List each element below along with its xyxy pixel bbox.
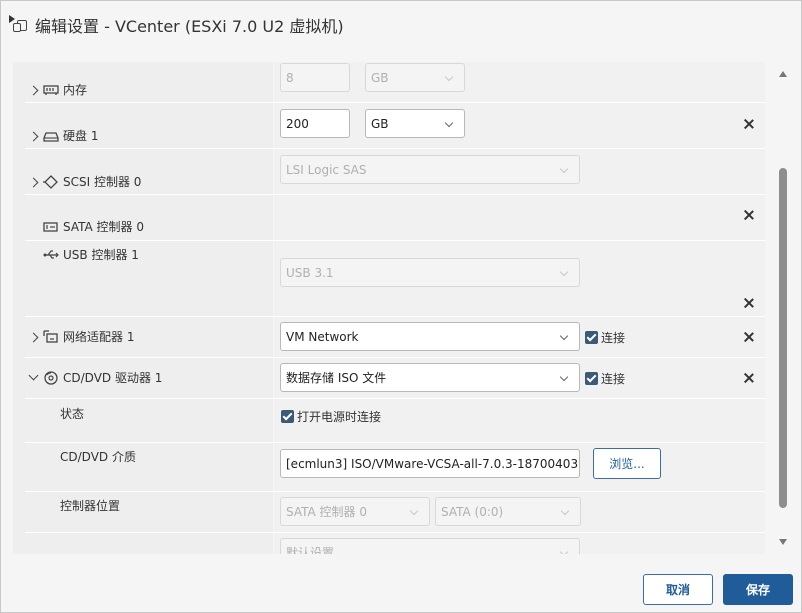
usb-row: USB 控制器 1: [43, 246, 139, 263]
power-on-connect-label: 打开电源时连接: [297, 410, 382, 424]
cancel-button[interactable]: 取消: [643, 574, 713, 605]
memory-unit-select[interactable]: GB: [365, 63, 465, 92]
memory-label: 内存: [63, 83, 88, 97]
checkbox-checked-icon: [281, 410, 294, 423]
row-divider: [25, 148, 765, 149]
remove-cddvd-close-icon[interactable]: [742, 371, 756, 385]
sata-label: SATA 控制器 0: [63, 220, 144, 234]
edit-settings-dialog: 编辑设置 - VCenter (ESXi 7.0 U2 虚拟机) 内存 8 GB…: [0, 0, 802, 613]
hard-disk-label: 硬盘 1: [63, 129, 99, 143]
sata-controller-icon: [43, 220, 59, 234]
scroll-up-arrow-icon[interactable]: [779, 71, 787, 77]
row-divider: [25, 442, 765, 443]
remove-sata-close-icon[interactable]: [742, 208, 756, 222]
default-setting-clip: 默认设置: [274, 532, 765, 554]
cddvd-type-select[interactable]: 数据存储 ISO 文件: [280, 363, 580, 392]
scsi-controller-icon: [43, 174, 59, 189]
row-divider: [25, 102, 765, 103]
remove-hard-disk-close-icon[interactable]: [742, 117, 756, 131]
chevron-right-icon: [27, 129, 39, 143]
scsi-label: SCSI 控制器 0: [63, 175, 142, 189]
memory-size-input[interactable]: 8: [280, 63, 350, 92]
scsi-type-select[interactable]: LSI Logic SAS: [280, 155, 580, 184]
remove-network-close-icon[interactable]: [742, 330, 756, 344]
vm-icon: [9, 15, 29, 33]
checkbox-checked-icon: [585, 331, 598, 344]
browse-button[interactable]: 浏览...: [593, 448, 661, 479]
default-setting-select[interactable]: 默认设置: [280, 538, 580, 554]
network-adapter-icon: [43, 329, 59, 344]
hard-disk-size-input[interactable]: 200: [280, 109, 350, 138]
sata-row: SATA 控制器 0: [43, 218, 144, 235]
remove-usb-close-icon[interactable]: [742, 296, 756, 310]
cd-dvd-icon: [43, 370, 59, 385]
scroll-down-arrow-icon[interactable]: [779, 539, 787, 545]
chevron-right-icon: [27, 175, 39, 189]
scsi-row-toggle[interactable]: SCSI 控制器 0: [27, 173, 141, 190]
status-label: 状态: [60, 407, 85, 421]
save-button[interactable]: 保存: [723, 574, 793, 605]
cddvd-row-toggle[interactable]: CD/DVD 驱动器 1: [27, 369, 162, 386]
usb-icon: [43, 248, 59, 262]
scrollbar-thumb[interactable]: [779, 168, 787, 508]
controller-slot-select[interactable]: SATA (0:0): [435, 497, 581, 526]
row-divider: [25, 194, 765, 195]
chevron-right-icon: [27, 330, 39, 344]
media-label: CD/DVD 介质: [60, 450, 136, 464]
network-select[interactable]: VM Network: [280, 322, 580, 351]
dialog-titlebar: 编辑设置 - VCenter (ESXi 7.0 U2 虚拟机): [1, 1, 801, 49]
controller-location-label: 控制器位置: [60, 499, 121, 513]
cddvd-connect-checkbox[interactable]: 连接: [585, 370, 625, 387]
cddvd-connect-label: 连接: [601, 372, 626, 386]
row-divider: [25, 240, 765, 241]
chevron-down-icon: [27, 371, 39, 385]
usb-label: USB 控制器 1: [63, 248, 139, 262]
content-scrollbar[interactable]: [776, 62, 790, 554]
checkbox-checked-icon: [585, 372, 598, 385]
network-connect-label: 连接: [601, 331, 626, 345]
power-on-connect-checkbox[interactable]: 打开电源时连接: [281, 408, 381, 425]
row-divider: [25, 491, 765, 492]
dialog-title: 编辑设置 - VCenter (ESXi 7.0 U2 虚拟机): [35, 17, 344, 36]
hard-disk-row-toggle[interactable]: 硬盘 1: [27, 127, 98, 144]
cddvd-label: CD/DVD 驱动器 1: [63, 371, 163, 385]
controller-select[interactable]: SATA 控制器 0: [280, 497, 430, 526]
usb-type-select[interactable]: USB 3.1: [280, 258, 580, 287]
memory-icon: [43, 83, 59, 97]
row-divider: [25, 398, 765, 399]
hard-disk-icon: [43, 129, 59, 143]
network-row-toggle[interactable]: 网络适配器 1: [27, 328, 134, 345]
chevron-right-icon: [27, 83, 39, 97]
media-path-input[interactable]: [ecmlun3] ISO/VMware-VCSA-all-7.0.3-1870…: [280, 449, 580, 478]
memory-row-toggle[interactable]: 内存: [27, 81, 87, 98]
row-divider: [25, 357, 765, 358]
row-divider: [25, 316, 765, 317]
hard-disk-unit-select[interactable]: GB: [365, 109, 465, 138]
network-connect-checkbox[interactable]: 连接: [585, 329, 625, 346]
network-label: 网络适配器 1: [63, 330, 135, 344]
